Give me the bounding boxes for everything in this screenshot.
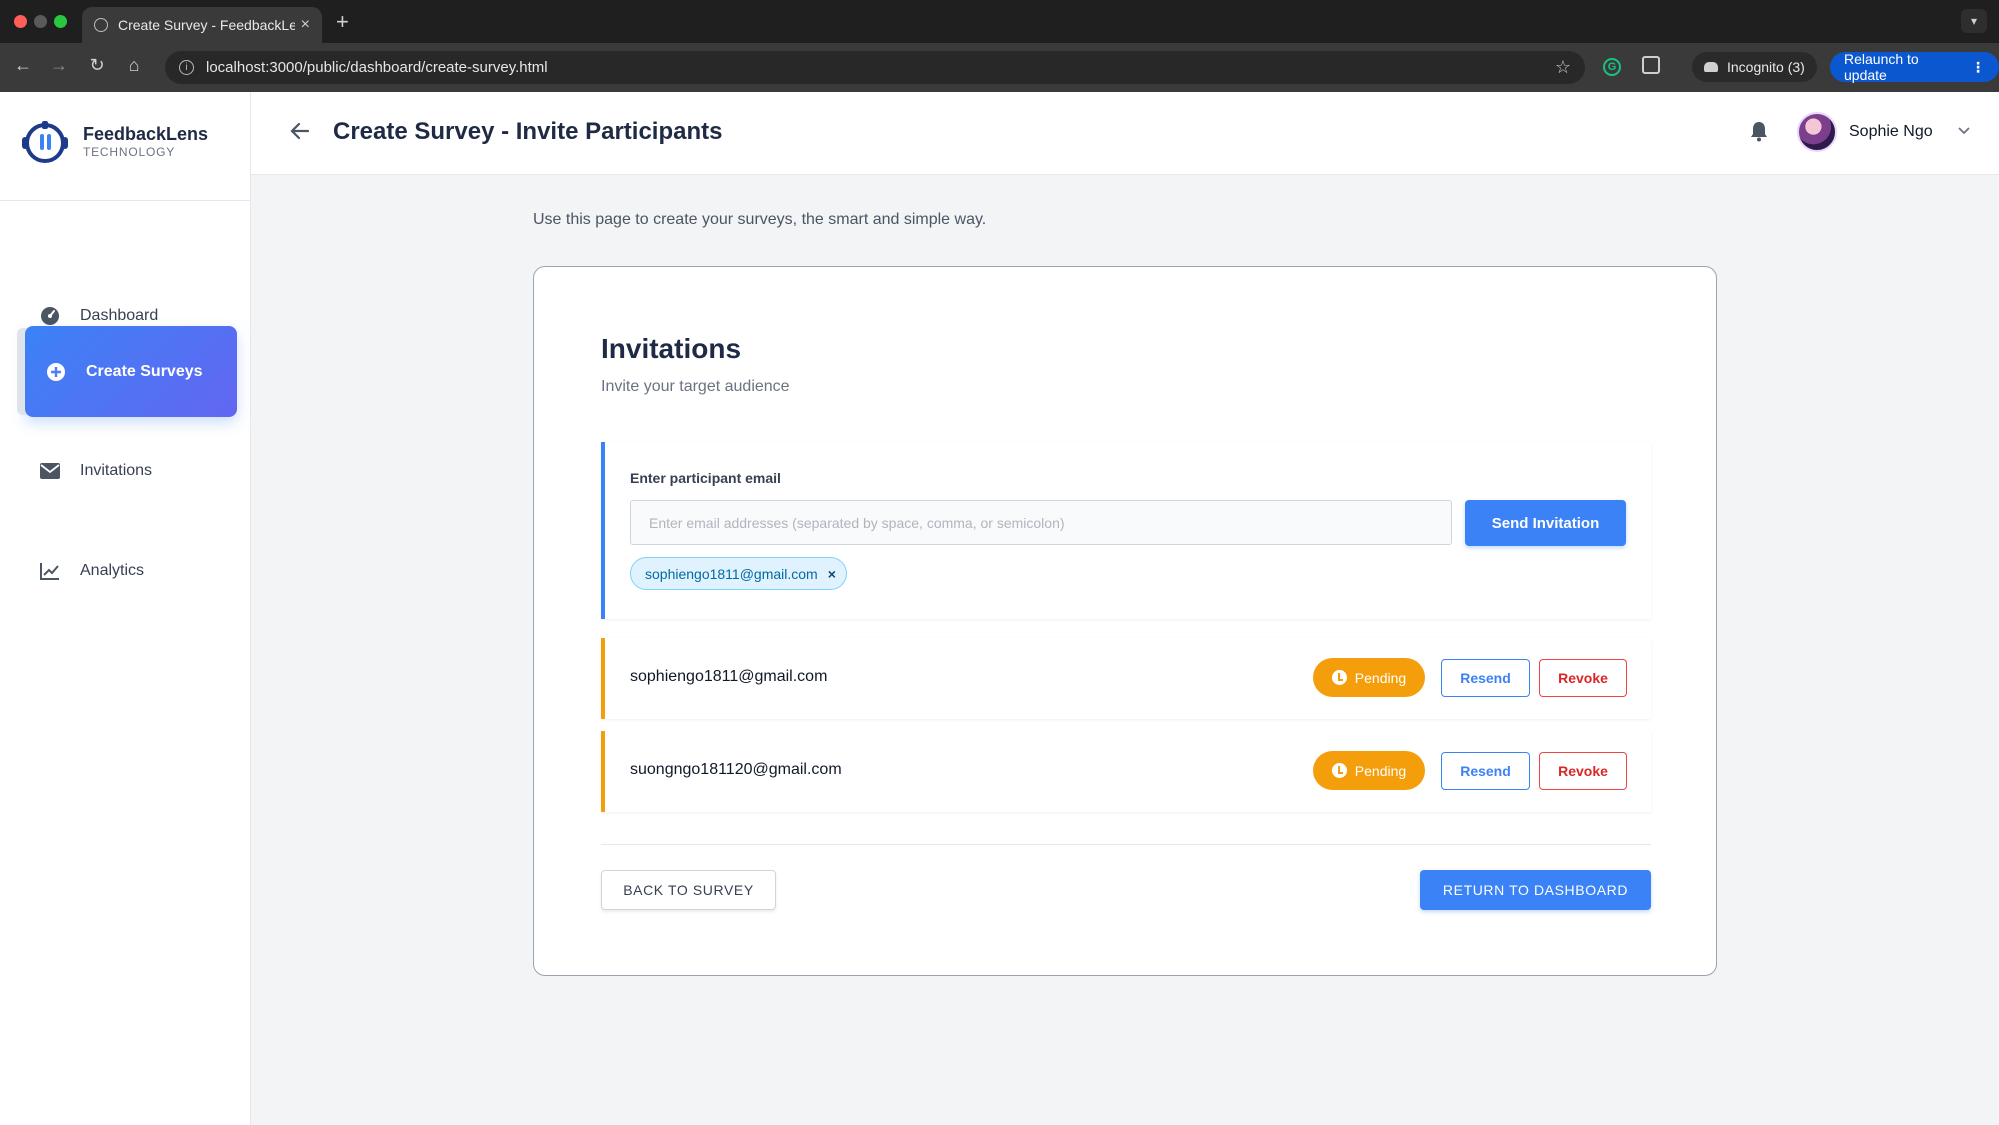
back-to-survey-button[interactable]: BACK TO SURVEY — [601, 870, 776, 910]
resend-button[interactable]: Resend — [1441, 659, 1530, 697]
intro-text: Use this page to create your surveys, th… — [533, 211, 987, 228]
notification-bell-icon[interactable] — [1748, 120, 1770, 142]
sidebar-item-label: Invitations — [80, 462, 153, 479]
return-to-dashboard-button[interactable]: RETURN TO DASHBOARD — [1420, 870, 1651, 910]
email-chip-label: sophiengo1811@gmail.com — [645, 565, 818, 582]
sidebar-item-label: Analytics — [80, 562, 145, 579]
invitations-card: Invitations Invite your target audience … — [533, 266, 1717, 976]
tab-close-icon[interactable]: × — [301, 16, 310, 34]
browser-toolbar: ← → ↻ ⌂ i localhost:3000/public/dashboar… — [0, 43, 1999, 92]
clock-icon — [1331, 763, 1347, 778]
brand-subtitle: TECHNOLOGY — [83, 145, 176, 159]
back-arrow-icon[interactable] — [289, 120, 311, 142]
send-invitation-button[interactable]: Send Invitation — [1465, 500, 1626, 546]
minimize-window-icon[interactable] — [34, 15, 47, 28]
sidebar-item-create-surveys[interactable]: Create Surveys — [25, 326, 237, 417]
incognito-badge[interactable]: Incognito (3) — [1692, 52, 1817, 82]
incognito-icon — [1704, 62, 1718, 72]
close-window-icon[interactable] — [14, 15, 27, 28]
user-name[interactable]: Sophie Ngo — [1849, 123, 1933, 141]
maximize-window-icon[interactable] — [54, 15, 67, 28]
revoke-button[interactable]: Revoke — [1539, 659, 1627, 697]
feedbacklens-logo-icon — [22, 121, 68, 163]
relaunch-button[interactable]: Relaunch to update ⋮ — [1830, 51, 1999, 83]
forward-icon[interactable]: → — [47, 55, 71, 76]
avatar[interactable] — [1797, 112, 1837, 152]
status-label: Pending — [1354, 762, 1407, 779]
line-chart-icon — [39, 560, 61, 582]
remove-chip-icon[interactable]: × — [828, 566, 836, 582]
invitations-title: Invitations — [601, 333, 742, 364]
grammarly-extension-icon[interactable]: G — [1603, 58, 1621, 76]
invitation-row: sophiengo1811@gmail.com Pending Resend R… — [601, 638, 1651, 719]
browser-tab-bar: Create Survey - FeedbackLens × + ▾ — [0, 0, 1999, 43]
chevron-down-icon[interactable] — [1956, 122, 1972, 138]
brand-name: FeedbackLens — [83, 124, 209, 144]
sidebar-item-label: Create Surveys — [86, 362, 203, 380]
incognito-label: Incognito (3) — [1727, 59, 1805, 75]
email-input[interactable] — [630, 500, 1452, 545]
invitations-subtitle: Invite your target audience — [601, 378, 790, 395]
sidebar-item-invitations[interactable]: Invitations — [25, 426, 237, 516]
site-info-icon[interactable]: i — [179, 60, 194, 75]
more-vert-icon[interactable]: ⋮ — [1971, 59, 1985, 76]
page-title: Create Survey - Invite Participants — [333, 118, 723, 145]
browser-tab[interactable]: Create Survey - FeedbackLens × — [82, 7, 322, 43]
sidebar-item-label: Dashboard — [80, 307, 159, 324]
revoke-button[interactable]: Revoke — [1539, 752, 1627, 790]
email-entry-panel: Enter participant email Send Invitation … — [601, 442, 1651, 619]
divider — [601, 844, 1651, 845]
plus-circle-icon — [45, 361, 67, 383]
page-header: Create Survey - Invite Participants Soph… — [251, 92, 1999, 175]
invitation-email: suongngo181120@gmail.com — [630, 761, 842, 778]
clock-icon — [1331, 670, 1347, 685]
bookmark-star-icon[interactable]: ☆ — [1555, 57, 1571, 78]
status-badge: Pending — [1313, 658, 1425, 697]
address-bar[interactable]: i localhost:3000/public/dashboard/create… — [165, 51, 1585, 84]
home-icon[interactable]: ⌂ — [122, 55, 146, 76]
extensions-puzzle-icon[interactable] — [1642, 56, 1660, 74]
status-badge: Pending — [1313, 751, 1425, 790]
sidebar: FeedbackLens TECHNOLOGY Dashboard Create… — [0, 92, 251, 1125]
new-tab-button[interactable]: + — [336, 9, 349, 35]
relaunch-label: Relaunch to update — [1844, 51, 1919, 83]
globe-icon — [94, 18, 108, 32]
brand[interactable]: FeedbackLens TECHNOLOGY — [0, 92, 250, 201]
back-icon[interactable]: ← — [11, 55, 35, 76]
gauge-icon — [39, 305, 61, 327]
tab-search-chevron-icon[interactable]: ▾ — [1961, 9, 1987, 33]
email-label: Enter participant email — [630, 470, 781, 486]
resend-button[interactable]: Resend — [1441, 752, 1530, 790]
tab-title: Create Survey - FeedbackLens — [118, 17, 295, 33]
reload-icon[interactable]: ↻ — [85, 55, 109, 76]
sidebar-item-analytics[interactable]: Analytics — [25, 526, 237, 616]
envelope-icon — [39, 460, 61, 482]
status-label: Pending — [1354, 669, 1407, 686]
invitation-row: suongngo181120@gmail.com Pending Resend … — [601, 731, 1651, 812]
invitation-email: sophiengo1811@gmail.com — [630, 668, 828, 685]
url-text: localhost:3000/public/dashboard/create-s… — [206, 59, 548, 76]
email-chip: sophiengo1811@gmail.com × — [630, 557, 847, 590]
